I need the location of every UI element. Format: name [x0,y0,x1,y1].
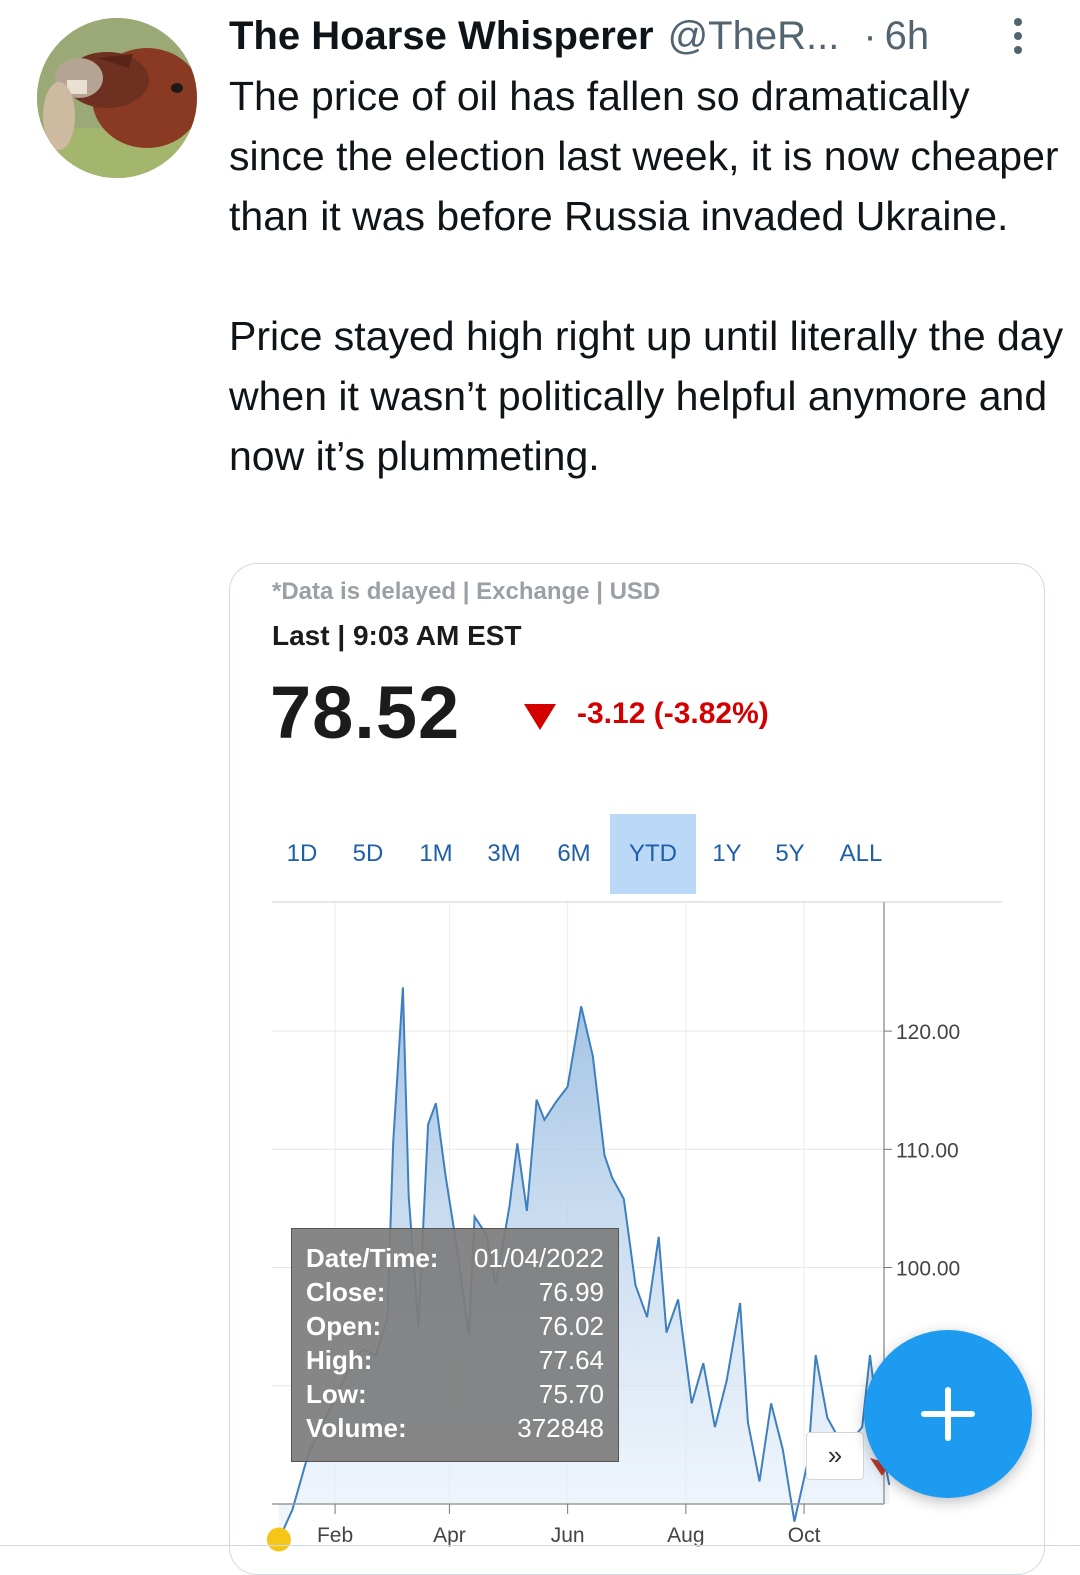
y-tick-label: 110.00 [896,1139,959,1162]
tooltip-value: 75.70 [538,1379,604,1409]
more-options-icon[interactable] [1006,14,1032,58]
hover-point-marker [266,1527,291,1552]
tooltip-value: 77.64 [538,1345,604,1375]
tweet-header: The Hoarse Whisperer @TheR... · 6h [229,10,1049,62]
tooltip-label: Low: [306,1379,367,1409]
tweet-paragraph-1: The price of oil has fallen so dramatica… [229,73,1059,239]
x-tick-label: Jun [551,1524,585,1547]
price-change: -3.12 (-3.82%) [577,697,769,730]
compose-tweet-button[interactable] [864,1330,1032,1498]
tooltip-label: Close: [306,1277,386,1307]
price-tooltip: Date/Time: 01/04/2022 Close: 76.99 Open: 76… [291,1228,619,1462]
tooltip-row: Volume: 372848 [306,1413,604,1447]
divider [0,1545,1080,1546]
tooltip-row: High: 77.64 [306,1345,604,1379]
tooltip-date-row: Date/Time: 01/04/2022 [306,1243,604,1277]
tooltip-row: Open: 76.02 [306,1311,604,1345]
tooltip-date-label: Date/Time: [306,1243,439,1273]
x-tick-label: Apr [433,1524,466,1547]
last-price: 78.52 [270,671,461,754]
tooltip-row: Close: 76.99 [306,1277,604,1311]
last-trade-label: Last | 9:03 AM EST [272,620,522,651]
tooltip-row: Low: 75.70 [306,1379,604,1413]
tooltip-label: High: [306,1345,373,1375]
tweet-text: The price of oil has fallen so dramatica… [229,66,1069,486]
header-separator: · [863,13,877,58]
author-handle[interactable]: @TheR... [668,14,840,59]
x-tick-label: Feb [317,1524,353,1547]
tooltip-label: Open: [306,1311,382,1341]
data-delay-disclaimer: *Data is delayed | Exchange | USD [272,578,661,605]
tooltip-value: 372848 [517,1413,604,1443]
x-tick-label: Aug [667,1524,704,1547]
down-arrow-icon [524,704,556,730]
tweet-paragraph-2: Price stayed high right up until literal… [229,313,1064,479]
x-tick-label: Oct [788,1524,821,1547]
x-tick-labels: Feb Apr Jun Aug Oct [317,1504,821,1547]
tweet-timestamp[interactable]: 6h [885,14,930,59]
y-tick-label: 120.00 [896,1021,960,1044]
y-tick-label: 100.00 [896,1258,960,1281]
author-name[interactable]: The Hoarse Whisperer [229,14,654,59]
expand-chart-button[interactable]: » [806,1432,864,1480]
author-avatar[interactable] [37,18,197,178]
tooltip-value: 76.02 [538,1311,604,1341]
horse-avatar-image [37,18,197,178]
tooltip-date-value: 01/04/2022 [473,1243,604,1273]
tooltip-value: 76.99 [538,1277,604,1307]
tooltip-label: Volume: [306,1413,407,1443]
